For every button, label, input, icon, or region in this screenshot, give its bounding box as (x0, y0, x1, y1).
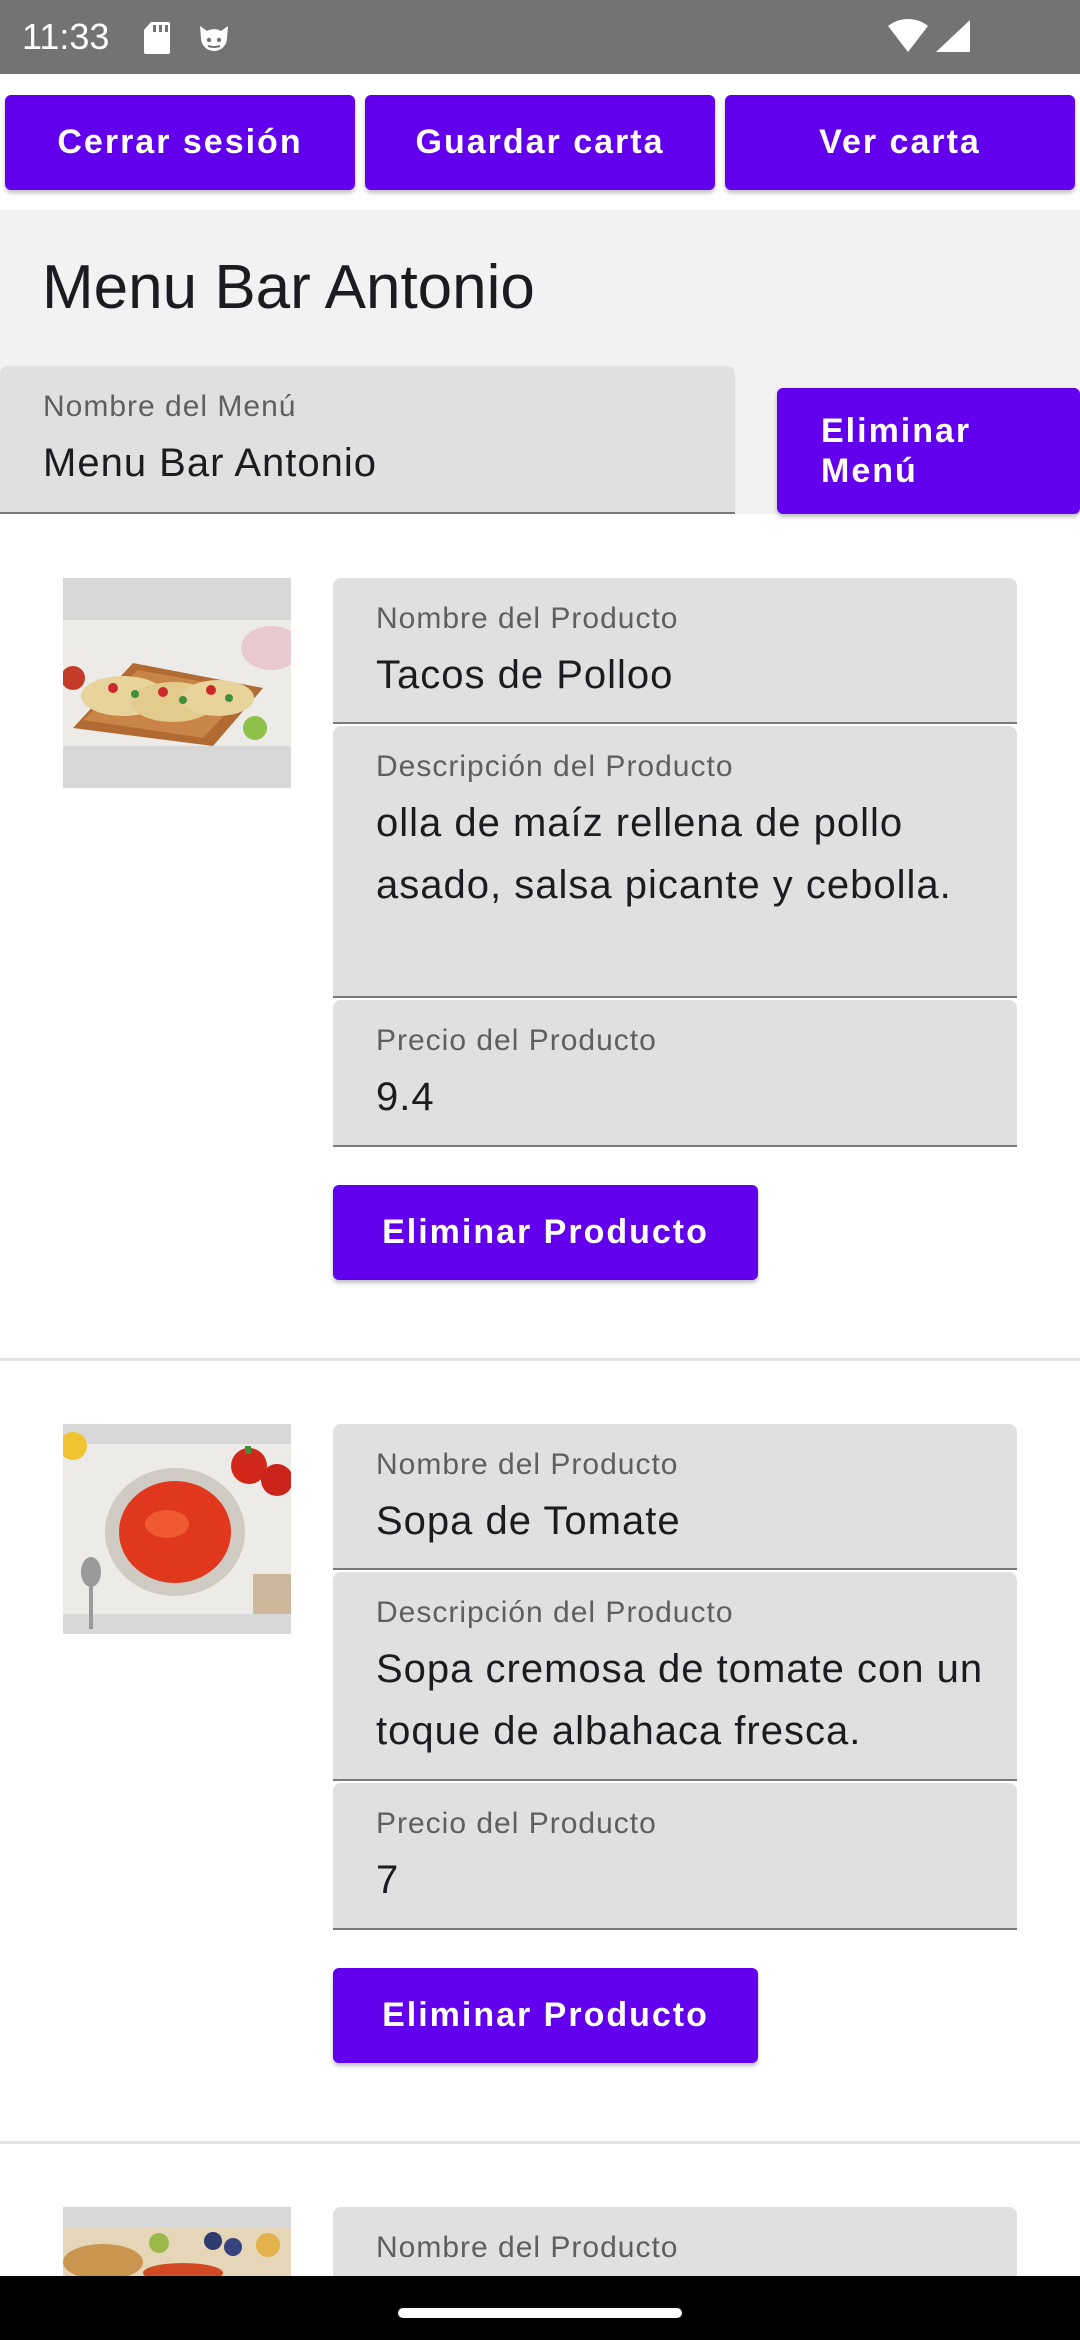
menu-name-value[interactable]: Menu Bar Antonio (43, 432, 705, 494)
product-name-label: Nombre del Producto (376, 602, 679, 635)
product-description-value[interactable]: olla de maíz rellena de pollo asado, sal… (376, 792, 987, 916)
sd-card-icon (144, 22, 170, 54)
product-price-label: Precio del Producto (376, 1024, 657, 1057)
product-divider (0, 2141, 1080, 2144)
product-description-value[interactable]: Sopa cremosa de tomate con un toque de a… (376, 1638, 987, 1762)
delete-product-button[interactable]: Eliminar Producto (333, 1968, 758, 2063)
status-time: 11:33 (22, 16, 110, 57)
delete-menu-label-line1: Eliminar (821, 412, 972, 450)
product-divider (0, 1358, 1080, 1361)
signal-icon (936, 20, 970, 52)
status-bar: 11:33 (0, 0, 1080, 74)
cat-face-icon (200, 26, 228, 51)
product-description-field[interactable]: Descripción del Producto olla de maíz re… (333, 726, 1017, 998)
product-price-value[interactable]: 9.4 (376, 1066, 987, 1128)
product-price-field[interactable]: Precio del Producto 7 (333, 1783, 1017, 1930)
logout-button[interactable]: Cerrar sesión (5, 95, 355, 190)
menu-name-label: Nombre del Menú (43, 390, 297, 423)
page-title: Menu Bar Antonio (42, 253, 535, 322)
product-name-value[interactable]: Tacos de Polloo (376, 644, 987, 706)
tomato-soup-image (63, 1424, 291, 1634)
product-description-label: Descripción del Producto (376, 750, 734, 783)
wifi-icon (888, 18, 928, 52)
save-menu-button[interactable]: Guardar carta (365, 95, 715, 190)
view-menu-button[interactable]: Ver carta (725, 95, 1075, 190)
product-name-label: Nombre del Producto (376, 2231, 679, 2264)
food-image (63, 2207, 291, 2276)
product-price-label: Precio del Producto (376, 1807, 657, 1840)
product-name-value[interactable]: Sopa de Tomate (376, 1490, 987, 1552)
product-name-label: Nombre del Producto (376, 1448, 679, 1481)
product-name-field[interactable]: Nombre del Producto (333, 2207, 1017, 2276)
home-gesture-handle[interactable] (398, 2308, 682, 2318)
product-description-label: Descripción del Producto (376, 1596, 734, 1629)
product-name-field[interactable]: Nombre del Producto Sopa de Tomate (333, 1424, 1017, 1570)
delete-menu-label-line2: Menú (821, 452, 918, 490)
delete-product-button[interactable]: Eliminar Producto (333, 1185, 758, 1280)
menu-name-field[interactable]: Nombre del Menú Menu Bar Antonio (0, 366, 735, 514)
product-description-field[interactable]: Descripción del Producto Sopa cremosa de… (333, 1572, 1017, 1781)
delete-menu-button[interactable]: Eliminar Menú (777, 388, 1080, 514)
product-price-value[interactable]: 7 (376, 1849, 987, 1911)
product-name-field[interactable]: Nombre del Producto Tacos de Polloo (333, 578, 1017, 724)
product-price-field[interactable]: Precio del Producto 9.4 (333, 1000, 1017, 1147)
tacos-image (63, 578, 291, 788)
